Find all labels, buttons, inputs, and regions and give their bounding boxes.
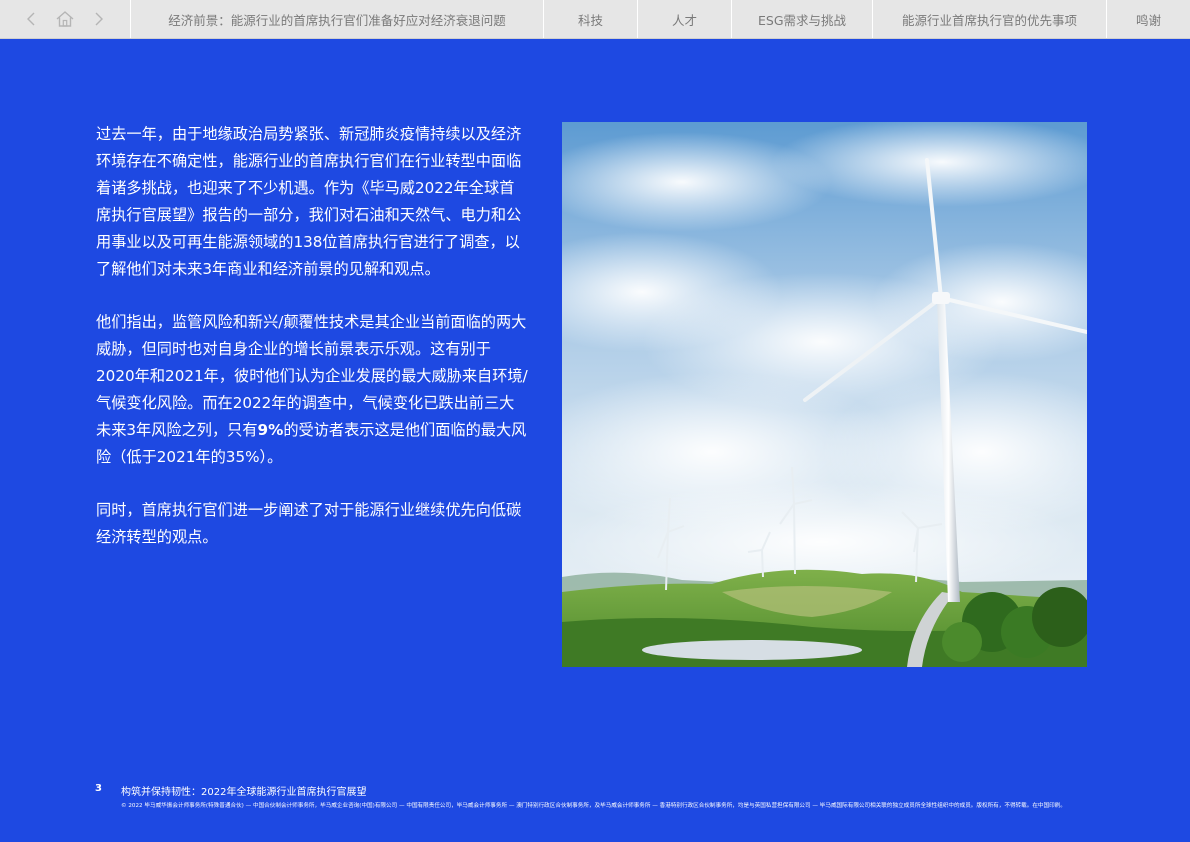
main-text: 过去一年，由于地缘政治局势紧张、新冠肺炎疫情持续以及经济环境存在不确定性，能源行… xyxy=(96,121,528,577)
report-title: 构筑并保持韧性：2022年全球能源行业首席执行官展望 xyxy=(121,787,367,798)
paragraph-1: 过去一年，由于地缘政治局势紧张、新冠肺炎疫情持续以及经济环境存在不确定性，能源行… xyxy=(96,125,522,278)
tab-esg[interactable]: ESG需求与挑战 xyxy=(732,0,873,38)
paragraph-3: 同时，首席执行官们进一步阐述了对于能源行业继续优先向低碳经济转型的观点。 xyxy=(96,501,522,546)
paragraph-2-highlight: 9% xyxy=(257,421,284,439)
tab-talent[interactable]: 人才 xyxy=(638,0,732,38)
wind-turbine-photo xyxy=(562,122,1087,667)
tab-economic-outlook[interactable]: 经济前景：能源行业的首席执行官们准备好应对经济衰退问题 xyxy=(131,0,544,38)
tab-ceo-priorities[interactable]: 能源行业首席执行官的优先事项 xyxy=(873,0,1107,38)
top-navigation: 经济前景：能源行业的首席执行官们准备好应对经济衰退问题 科技 人才 ESG需求与… xyxy=(0,0,1190,39)
copyright-notice: © 2022 毕马威华振会计师事务所(特殊普通合伙) — 中国合伙制会计师事务所… xyxy=(121,803,1066,809)
back-arrow-icon[interactable] xyxy=(21,9,41,29)
tab-technology[interactable]: 科技 xyxy=(544,0,638,38)
paragraph-2: 他们指出，监管风险和新兴/颠覆性技术是其企业当前面临的两大威胁，但同时也对自身企… xyxy=(96,309,528,471)
home-icon[interactable] xyxy=(55,9,75,29)
page-number: 3 xyxy=(95,783,102,794)
tab-acknowledgements[interactable]: 鸣谢 xyxy=(1107,0,1190,38)
nav-controls xyxy=(0,0,131,38)
forward-arrow-icon[interactable] xyxy=(89,9,109,29)
